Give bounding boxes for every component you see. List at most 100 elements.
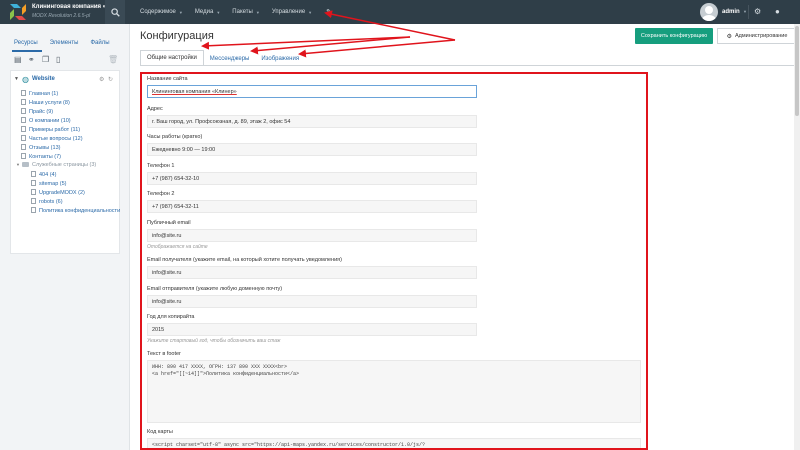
save-config-button[interactable]: Сохранить конфигурацию <box>635 28 713 44</box>
search-button[interactable] <box>105 0 125 24</box>
public-email-input[interactable]: info@site.ru <box>147 229 477 242</box>
tab-general-settings[interactable]: Общие настройки <box>140 50 204 66</box>
tree-root-label: Website <box>32 76 55 82</box>
scrollbar-thumb[interactable] <box>795 26 799 116</box>
tree-node-robots[interactable]: robots (6) <box>31 198 63 206</box>
recipient-email-input[interactable]: info@site.ru <box>147 266 477 279</box>
tree-node-label: О компании (10) <box>29 118 71 124</box>
tree-node-404[interactable]: 404 (4) <box>31 171 56 179</box>
tree-node-sitemap[interactable]: sitemap (5) <box>31 180 67 188</box>
document-icon <box>31 207 36 213</box>
tree-node-label: Главная (1) <box>29 91 59 97</box>
document-icon <box>31 180 36 186</box>
gear-icon[interactable]: ⚙ <box>754 7 761 16</box>
tree-node-upgrademodx[interactable]: UpgradeMODX (2) <box>31 189 85 197</box>
tab-elements[interactable]: Элементы <box>48 38 83 52</box>
document-icon <box>21 90 26 96</box>
tab-files[interactable]: Файлы <box>88 38 113 52</box>
nav-content[interactable]: Содержимое ▼ <box>140 9 183 15</box>
user-name[interactable]: admin <box>722 9 740 15</box>
divider <box>748 5 749 19</box>
document-icon <box>21 117 26 123</box>
sender-email-input[interactable]: info@site.ru <box>147 295 477 308</box>
tree-node-label: 404 (4) <box>39 172 57 178</box>
field-label: Текст в footer <box>147 351 181 357</box>
administration-label: Администрирование <box>734 33 788 39</box>
refresh-icon[interactable]: ↻ <box>108 76 113 83</box>
field-label: Часы работы (кратко) <box>147 134 203 140</box>
document-icon <box>31 189 36 195</box>
nav-content-label: Содержимое <box>140 9 176 15</box>
avatar[interactable] <box>700 3 718 21</box>
tree-node-about[interactable]: О компании (10) <box>21 117 71 125</box>
tree-node-label: Служебные страницы (3) <box>31 162 97 168</box>
tree-node-privacy[interactable]: Политика конфиденциальности <box>31 207 120 215</box>
phone-1-input[interactable]: +7 (987) 654-32-10 <box>147 172 477 185</box>
nav-manage-label: Управление <box>271 9 306 15</box>
tree-root-website[interactable]: ▼ ◍ Website ⚙ ↻ <box>11 75 119 85</box>
tree-node-label: Отзывы (13) <box>29 145 61 151</box>
new-document-icon[interactable]: ▤ <box>14 55 22 64</box>
tree-node-home[interactable]: Главная (1) <box>21 90 58 98</box>
tree-node-services[interactable]: Наши услуги (8) <box>21 99 70 107</box>
sidebar: Ресурсы Элементы Файлы ▤ ⚭ ❐ ▯ 🗑 ▼ ◍ Web… <box>0 24 130 450</box>
field-label: Email отправителя (укажите любую доменну… <box>147 286 283 292</box>
document-icon <box>21 135 26 141</box>
nav-tools[interactable]: ✎ <box>324 8 332 16</box>
tree-node-price[interactable]: Прайс (9) <box>21 108 53 116</box>
field-hint: Отображается на сайте <box>147 244 208 250</box>
document-icon <box>21 153 26 159</box>
field-label: Год для копирайта <box>147 314 195 320</box>
info-icon[interactable]: ● <box>775 7 780 16</box>
nav-manage[interactable]: Управление ▼ <box>272 9 312 15</box>
tree-node-label: Наши услуги (8) <box>29 100 70 106</box>
field-label: Телефон 1 <box>147 163 175 169</box>
copy-icon[interactable]: ❐ <box>42 55 49 64</box>
administration-button[interactable]: ⚙ Администрирование <box>717 28 797 44</box>
document-icon <box>21 126 26 132</box>
field-label: Публичный email <box>147 220 191 226</box>
chevron-down-icon: ▼ <box>216 9 221 15</box>
nav-packages[interactable]: Пакеты ▼ <box>232 9 260 15</box>
trash-icon[interactable]: 🗑 <box>108 55 118 64</box>
config-tabs: Общие настройки Мессенджеры Изображения <box>140 48 305 66</box>
chevron-down-icon: ▼ <box>16 162 20 167</box>
gear-icon: ⚙ <box>726 33 732 40</box>
field-label: Телефон 2 <box>147 191 175 197</box>
search-icon <box>110 7 120 17</box>
tree-node-label: Контакты (7) <box>29 154 62 160</box>
nav-media-label: Медиа <box>194 9 214 15</box>
map-code-textarea[interactable]: <script charset="utf-8" async src="https… <box>147 438 641 448</box>
document-icon <box>31 171 36 177</box>
tree-node-label: robots (6) <box>39 199 63 205</box>
tab-resources[interactable]: Ресурсы <box>12 38 42 52</box>
top-bar: Клининговая компания «К... MODX Revoluti… <box>0 0 800 24</box>
document-icon <box>21 99 26 105</box>
link-icon[interactable]: ⚭ <box>28 55 35 64</box>
tree-node-portfolio[interactable]: Примеры работ (11) <box>21 126 80 134</box>
document-icon <box>31 198 36 204</box>
footer-text-textarea[interactable]: ИНН: 890 417 XXXX, ОГРН: 137 890 XXX XXX… <box>147 360 641 423</box>
file-icon[interactable]: ▯ <box>56 55 60 64</box>
sidebar-tabs: Ресурсы Элементы Файлы <box>12 38 120 52</box>
tree-node-reviews[interactable]: Отзывы (13) <box>21 144 60 152</box>
phone-2-input[interactable]: +7 (987) 654-32-11 <box>147 200 477 213</box>
globe-icon: ◍ <box>22 75 29 84</box>
tree-node-label: Прайс (9) <box>29 109 54 115</box>
tree-node-contacts[interactable]: Контакты (7) <box>21 153 61 161</box>
work-hours-input[interactable]: Ежедневно 9:00 — 19:00 <box>147 143 477 156</box>
modx-logo-icon[interactable] <box>10 4 26 20</box>
tree-node-service-pages[interactable]: ▼ Служебные страницы (3) <box>16 162 96 170</box>
tab-images[interactable]: Изображения <box>255 52 305 66</box>
tree-node-faq[interactable]: Частые вопросы (12) <box>21 135 83 143</box>
copyright-year-input[interactable]: 2015 <box>147 323 477 336</box>
site-name[interactable]: Клининговая компания «К... <box>32 4 115 10</box>
address-input[interactable]: г. Ваш город, ул. Профсоюзная, д. 89, эт… <box>147 115 477 128</box>
nav-media[interactable]: Медиа ▼ <box>195 9 220 15</box>
gear-icon[interactable]: ⚙ <box>99 76 104 83</box>
modx-version: MODX Revolution 2.6.5-pl <box>32 13 91 19</box>
main-nav: Содержимое ▼ Медиа ▼ Пакеты ▼ Управление ▼ ✎ <box>140 0 344 24</box>
site-name-input[interactable]: Клининговая компания «Клинер» <box>147 85 477 98</box>
document-icon <box>21 108 26 114</box>
tab-messengers[interactable]: Мессенджеры <box>204 52 256 66</box>
